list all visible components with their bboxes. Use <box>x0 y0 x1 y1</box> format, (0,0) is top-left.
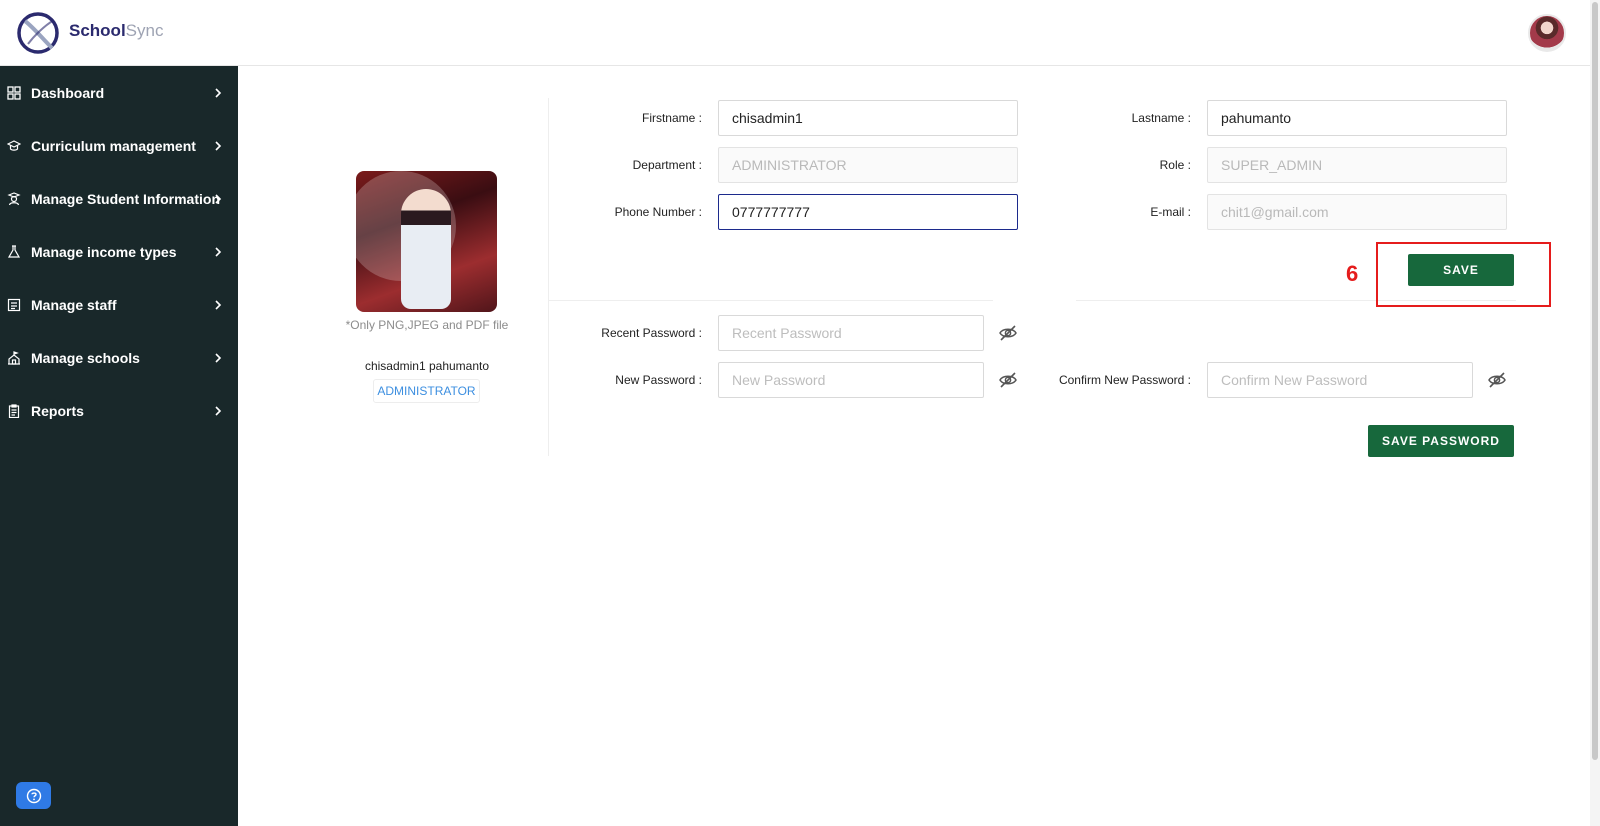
sidebar-item-label: Manage Student Information <box>31 191 220 207</box>
help-button[interactable] <box>16 782 51 809</box>
sidebar: Dashboard Curriculum management Manage S… <box>0 66 238 826</box>
sidebar-item-label: Manage staff <box>31 297 117 313</box>
sidebar-item-label: Curriculum management <box>31 138 196 154</box>
user-avatar[interactable] <box>1528 14 1566 52</box>
brand-second: Sync <box>125 21 164 40</box>
section-divider <box>548 300 993 301</box>
confirm-password-input[interactable]: Confirm New Password <box>1207 362 1473 398</box>
sidebar-item-reports[interactable]: Reports <box>0 391 238 431</box>
top-bar: SchoolSync <box>0 0 1590 66</box>
sidebar-item-dashboard[interactable]: Dashboard <box>0 73 238 113</box>
phone-input[interactable]: 0777777777 <box>718 194 1018 230</box>
sidebar-item-label: Manage schools <box>31 350 140 366</box>
grid-icon <box>7 86 21 100</box>
student-icon <box>7 192 21 206</box>
chevron-right-icon <box>215 88 222 98</box>
new-password-label: New Password : <box>615 373 702 387</box>
school-sync-logo[interactable] <box>16 8 60 56</box>
email-input: chit1@gmail.com <box>1207 194 1507 230</box>
photo-figure <box>401 189 451 309</box>
recent-password-label: Recent Password : <box>601 326 702 340</box>
chevron-right-icon <box>215 247 222 257</box>
sidebar-item-curriculum[interactable]: Curriculum management <box>0 126 238 166</box>
school-icon <box>7 351 21 365</box>
firstname-label: Firstname : <box>641 111 702 125</box>
sidebar-item-label: Reports <box>31 403 84 419</box>
clipboard-icon <box>7 404 21 418</box>
department-input: ADMINISTRATOR <box>718 147 1018 183</box>
profile-name: chisadmin1 pahumanto <box>364 359 490 373</box>
department-label: Department : <box>632 158 702 172</box>
graduation-cap-icon <box>7 139 21 153</box>
file-type-hint: *Only PNG,JPEG and PDF file <box>345 318 509 332</box>
eye-off-icon[interactable] <box>1487 370 1507 390</box>
eye-off-icon[interactable] <box>998 323 1018 343</box>
recent-password-input[interactable]: Recent Password <box>718 315 984 351</box>
sidebar-item-staff[interactable]: Manage staff <box>0 285 238 325</box>
staff-card-icon <box>7 298 21 312</box>
annotation-highlight-box <box>1376 242 1551 307</box>
flask-icon <box>7 245 21 259</box>
role-label: Role : <box>1159 158 1191 172</box>
profile-photo[interactable] <box>356 171 497 312</box>
question-icon <box>26 788 41 803</box>
annotation-step-number: 6 <box>1346 261 1359 286</box>
confirm-password-label: Confirm New Password : <box>1058 373 1191 387</box>
role-input: SUPER_ADMIN <box>1207 147 1507 183</box>
chevron-right-icon <box>215 406 222 416</box>
email-label: E-mail : <box>1150 205 1191 219</box>
sidebar-item-student-information[interactable]: Manage Student Information <box>0 179 238 219</box>
save-password-button[interactable]: SAVE PASSWORD <box>1368 425 1514 457</box>
sidebar-item-schools[interactable]: Manage schools <box>0 338 238 378</box>
brand-name: SchoolSync <box>69 21 163 41</box>
firstname-input[interactable]: chisadmin1 <box>718 100 1018 136</box>
chevron-right-icon <box>215 353 222 363</box>
new-password-input[interactable]: New Password <box>718 362 984 398</box>
sidebar-item-label: Dashboard <box>31 85 105 101</box>
brand-first: School <box>69 21 126 40</box>
scrollbar-thumb[interactable] <box>1592 2 1598 760</box>
sidebar-item-income-types[interactable]: Manage income types <box>0 232 238 272</box>
lastname-label: Lastname : <box>1131 111 1191 125</box>
phone-label: Phone Number : <box>614 205 702 219</box>
chevron-right-icon <box>215 141 222 151</box>
vertical-divider <box>548 98 549 456</box>
chevron-right-icon <box>215 300 222 310</box>
chevron-right-icon <box>215 194 222 204</box>
sidebar-item-label: Manage income types <box>31 244 177 260</box>
lastname-input[interactable]: pahumanto <box>1207 100 1507 136</box>
role-badge: ADMINISTRATOR <box>373 379 480 403</box>
